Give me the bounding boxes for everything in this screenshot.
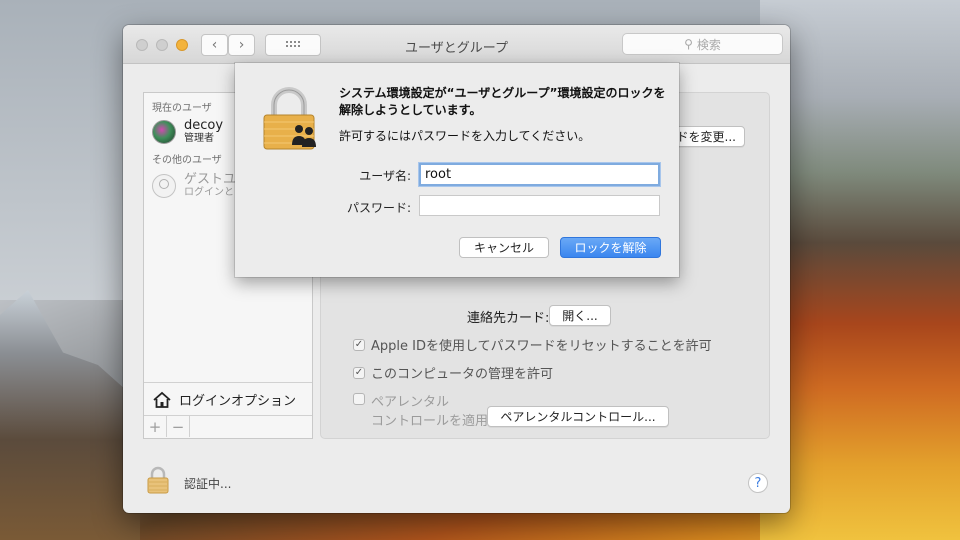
guest-user-name: ゲストユ <box>184 172 237 187</box>
cancel-button[interactable]: キャンセル <box>459 237 549 258</box>
dialog-instruction: 許可するにはパスワードを入力してください。 <box>339 129 591 143</box>
password-field[interactable] <box>419 195 660 216</box>
login-options-button[interactable]: ログインオプション <box>144 382 312 416</box>
lock-users-icon <box>263 87 316 150</box>
unlock-button[interactable]: ロックを解除 <box>560 237 661 258</box>
allow-admin-checkbox[interactable]: ✓ このコンピュータの管理を許可 <box>353 363 553 382</box>
parental-label-line2: コントロールを適用 <box>371 414 489 429</box>
contacts-card-label: 連絡先カード: <box>467 311 550 326</box>
house-icon <box>153 391 171 408</box>
search-icon: ⚲ <box>684 37 693 51</box>
remove-user-button[interactable]: − <box>167 416 190 437</box>
open-contacts-button[interactable]: 開く... <box>549 305 611 326</box>
user-name: decoy <box>184 118 224 133</box>
guest-avatar-icon <box>152 174 176 198</box>
add-remove-bar: + − <box>144 415 312 438</box>
unlock-auth-dialog: システム環境設定が“ユーザとグループ”環境設定のロックを解除しようとしています。… <box>235 63 679 277</box>
allow-appleid-reset-checkbox[interactable]: ✓ Apple IDを使用してパスワードをリセットすることを許可 <box>353 335 712 354</box>
login-options-label: ログインオプション <box>179 394 297 409</box>
username-label: ユーザ名: <box>359 169 411 183</box>
guest-user-note: ログインと <box>184 187 234 198</box>
desktop-wallpaper-right <box>760 0 960 540</box>
empty-checkbox-icon <box>353 393 365 405</box>
search-placeholder: 検索 <box>696 37 721 52</box>
add-user-button[interactable]: + <box>144 416 167 437</box>
parental-controls-checkbox[interactable]: ペアレンタル コントロールを適用 <box>353 391 488 429</box>
avatar <box>152 120 176 144</box>
parental-label-line1: ペアレンタル <box>371 395 450 410</box>
user-role: 管理者 <box>184 133 214 144</box>
desktop-wallpaper-left <box>0 290 140 540</box>
allow-appleid-reset-label: Apple IDを使用してパスワードをリセットすることを許可 <box>371 339 712 354</box>
help-button[interactable]: ? <box>748 473 768 493</box>
dialog-message: システム環境設定が“ユーザとグループ”環境設定のロックを解除しようとしています。 <box>339 86 666 117</box>
checkmark-icon: ✓ <box>353 338 365 351</box>
password-label: パスワード: <box>346 201 411 215</box>
checkmark-icon: ✓ <box>353 366 365 379</box>
username-field[interactable]: root <box>419 163 660 186</box>
lock-icon[interactable] <box>147 466 169 494</box>
parental-controls-button[interactable]: ペアレンタルコントロール... <box>487 406 669 427</box>
search-input[interactable]: ⚲ 検索 <box>622 33 783 55</box>
auth-status-text: 認証中... <box>184 477 232 491</box>
allow-admin-label: このコンピュータの管理を許可 <box>371 367 554 382</box>
title-bar: ‹ › ユーザとグループ ⚲ 検索 <box>123 25 790 64</box>
